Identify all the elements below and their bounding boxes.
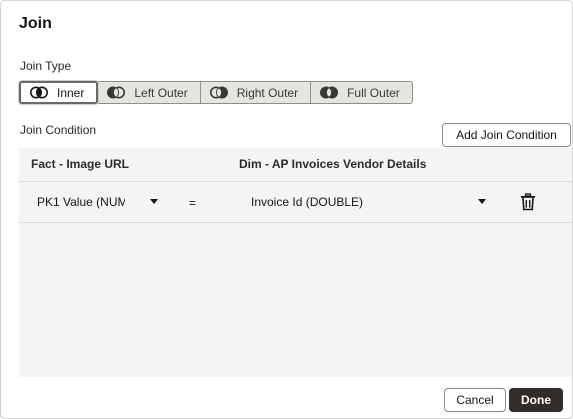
join-type-selector: Inner Left Outer Right Outer Full Outer xyxy=(19,81,413,104)
join-type-left-outer-button[interactable]: Left Outer xyxy=(97,81,201,104)
done-button[interactable]: Done xyxy=(509,388,563,412)
join-type-full-outer-label: Full Outer xyxy=(347,85,400,100)
right-outer-join-icon xyxy=(209,86,228,99)
table-header: Fact - Image URL Dim - AP Invoices Vendo… xyxy=(19,148,572,182)
join-type-full-outer-button[interactable]: Full Outer xyxy=(310,81,413,104)
join-type-inner-button[interactable]: Inner xyxy=(19,81,99,104)
join-type-right-outer-label: Right Outer xyxy=(236,85,299,100)
left-outer-join-icon xyxy=(107,86,126,99)
join-condition-table: Fact - Image URL Dim - AP Invoices Vendo… xyxy=(19,148,572,377)
full-outer-join-icon xyxy=(320,86,339,99)
join-type-label: Join Type xyxy=(20,59,72,73)
chevron-down-icon xyxy=(150,199,158,204)
fact-column-value: PK1 Value (NUMBER) xyxy=(37,195,125,209)
trash-icon[interactable] xyxy=(519,193,537,211)
chevron-down-icon xyxy=(478,199,486,204)
join-operator: = xyxy=(189,196,197,210)
inner-join-icon xyxy=(30,86,48,99)
dim-column-select[interactable]: Invoice Id (DOUBLE) xyxy=(247,190,489,214)
add-join-condition-button[interactable]: Add Join Condition xyxy=(442,123,571,147)
dim-column-value: Invoice Id (DOUBLE) xyxy=(251,195,364,209)
join-type-right-outer-button[interactable]: Right Outer xyxy=(199,81,312,104)
cancel-button[interactable]: Cancel xyxy=(444,388,506,412)
fact-column-header: Fact - Image URL xyxy=(31,157,130,171)
join-condition-label: Join Condition xyxy=(20,123,97,137)
table-row: PK1 Value (NUMBER) = Invoice Id (DOUBLE) xyxy=(19,182,572,223)
join-dialog: Join Join Type Inner Left Outer Right Ou… xyxy=(0,0,573,419)
dialog-title: Join xyxy=(19,15,52,32)
dim-column-header: Dim - AP Invoices Vendor Details xyxy=(239,157,427,171)
join-type-inner-label: Inner xyxy=(57,85,85,100)
join-type-left-outer-label: Left Outer xyxy=(134,85,188,100)
fact-column-select[interactable]: PK1 Value (NUMBER) xyxy=(37,190,165,214)
